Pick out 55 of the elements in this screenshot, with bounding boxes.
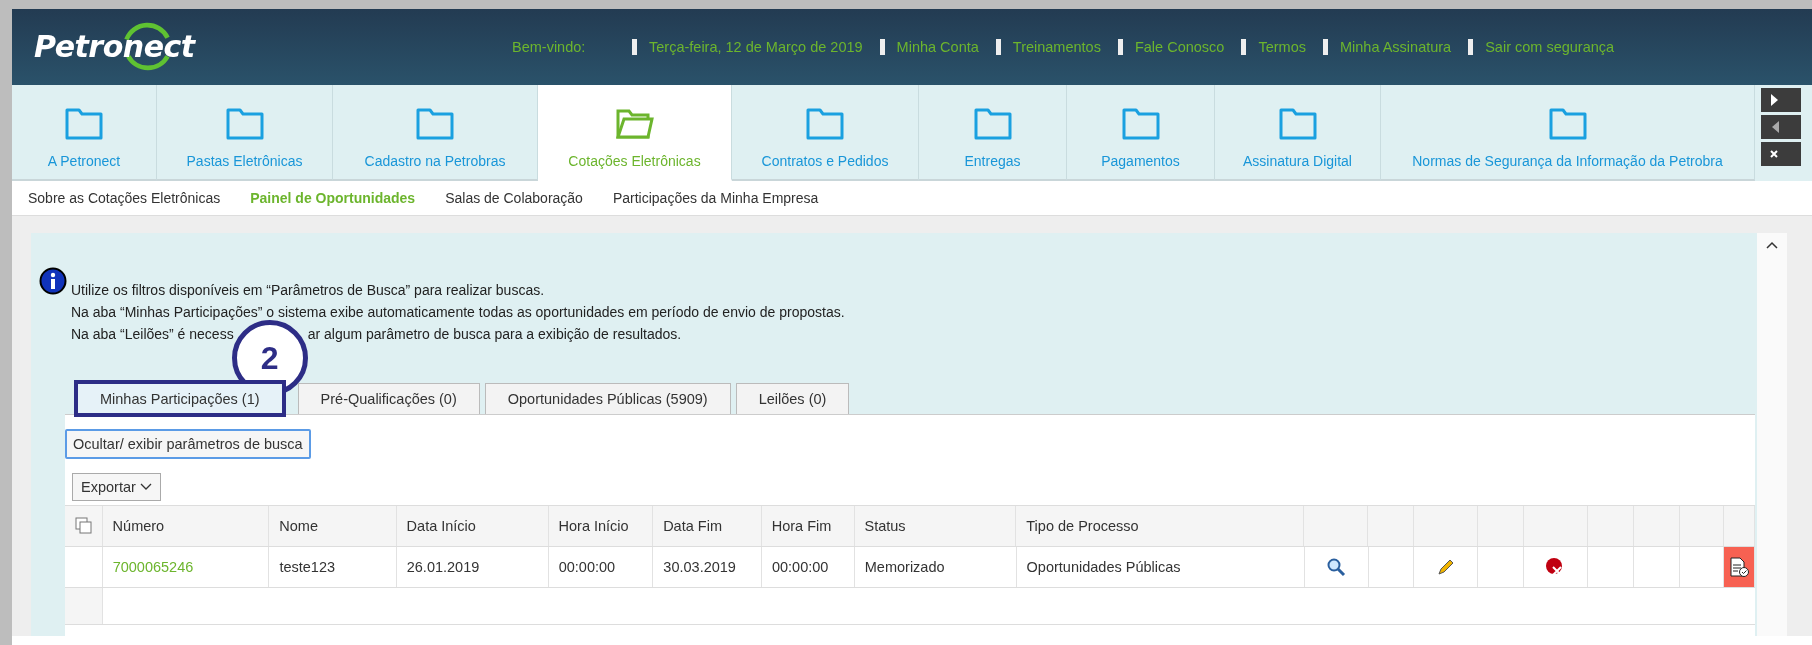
column-header[interactable]: Data Fim (653, 506, 762, 546)
date-text: Terça-feira, 12 de Março de 2019 (649, 39, 863, 55)
logo[interactable]: Petronect (34, 19, 204, 75)
header-link[interactable]: Sair com segurança (1485, 39, 1615, 55)
header-link[interactable]: Termos (1258, 39, 1306, 55)
subnav-link[interactable]: Sobre as Cotações Eletrônicas (28, 190, 221, 206)
scroll-right-icon[interactable] (1761, 88, 1801, 112)
document-check-icon[interactable] (1728, 556, 1751, 578)
separator-bar (1241, 39, 1247, 55)
column-header[interactable]: Status (854, 506, 1017, 546)
separator-bar (879, 39, 885, 55)
row-selector-cell[interactable] (65, 588, 103, 624)
table-cell: 26.01.2019 (396, 547, 549, 587)
table-cell: 00:00:00 (761, 547, 855, 587)
column-header[interactable]: Número (102, 506, 270, 546)
export-button[interactable]: Exportar (72, 473, 161, 501)
welcome-text: Bem-vindo: (512, 39, 587, 55)
column-header[interactable]: Data Início (396, 506, 549, 546)
separator-bar (632, 39, 637, 55)
table-cell: teste123 (269, 547, 397, 587)
info-text: Na aba “Minhas Participações” o sistema exibe automaticamente todas as oportunidades em período de envio de propostas. (71, 303, 845, 322)
header-link[interactable]: Treinamentos (1012, 39, 1101, 55)
scroll-left-icon[interactable] (1761, 115, 1801, 139)
separator-bar (1322, 39, 1328, 55)
header-link[interactable]: Minha Conta (896, 39, 979, 55)
table-cell: 00:00:00 (548, 547, 654, 587)
column-header[interactable]: Tipo de Processo (1016, 506, 1305, 546)
table-cell: Memorizado (854, 547, 1017, 587)
separator-bar (995, 39, 1001, 55)
column-header[interactable]: Hora Início (548, 506, 654, 546)
table-cell: Oportunidades Públicas (1016, 547, 1305, 587)
info-icon (39, 267, 67, 295)
column-header[interactable]: Nome (269, 506, 397, 546)
subnav-link[interactable]: Participações da Minha Empresa (612, 190, 819, 206)
info-text: Utilize os filtros disponíveis em “Parâmetros de Busca” para realizar buscas. (71, 281, 546, 300)
caret-icon (139, 483, 152, 491)
toggle-search-button[interactable]: Ocultar/ exibir parâmetros de busca (65, 429, 311, 459)
close-icon[interactable] (1761, 142, 1801, 166)
separator-bar (1468, 39, 1474, 55)
column-header[interactable]: Hora Fim (761, 506, 855, 546)
select-all-icon[interactable] (75, 517, 93, 535)
info-text: Na aba “Leilões” é necess (71, 325, 234, 344)
scroll-up-icon[interactable] (1766, 241, 1778, 249)
info-text: ar algum parâmetro de busca para a exibição de resultados. (307, 325, 682, 344)
table-cell: 30.03.2019 (653, 547, 762, 587)
separator-bar (1117, 39, 1123, 55)
pencil-icon[interactable] (1435, 557, 1456, 577)
tab[interactable]: Pré-Qualificações (0) (297, 383, 480, 414)
tab[interactable]: Minhas Participações (1) (77, 383, 283, 414)
subnav-link[interactable]: Salas de Colaboração (445, 190, 583, 206)
tab[interactable]: Leilões (0) (735, 383, 850, 414)
tab[interactable]: Oportunidades Públicas (5909) (484, 383, 731, 414)
search-icon[interactable] (1326, 557, 1347, 577)
header-link[interactable]: Fale Conosco (1134, 39, 1225, 55)
header-link[interactable]: Minha Assinatura (1339, 39, 1452, 55)
